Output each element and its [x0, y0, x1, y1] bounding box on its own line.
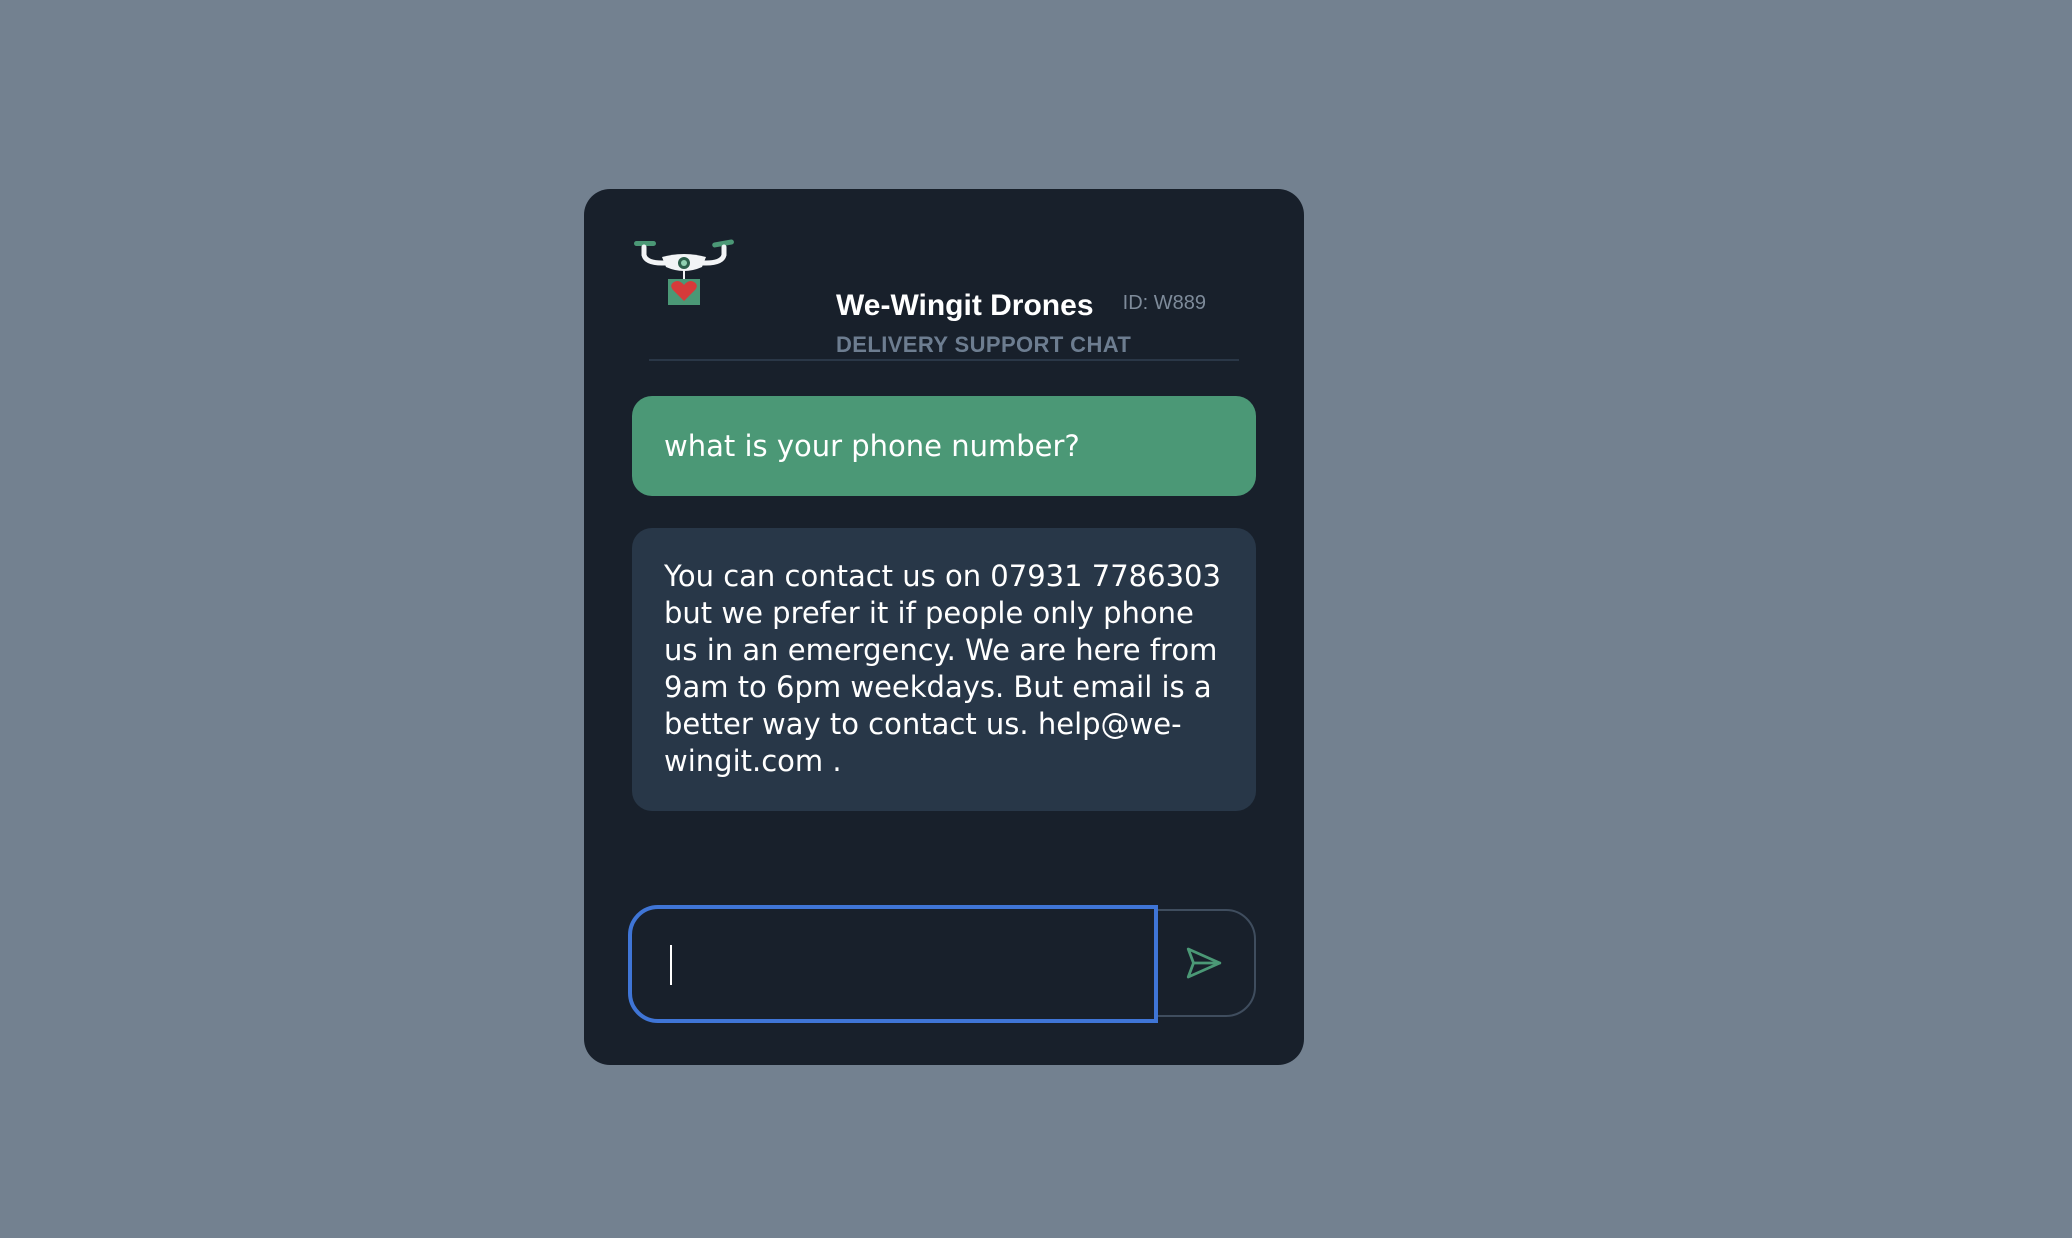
message-input[interactable] — [628, 905, 1158, 1023]
chat-subtitle: DELIVERY SUPPORT CHAT — [836, 332, 1132, 357]
user-message-text: what is your phone number? — [664, 428, 1080, 463]
message-composer — [628, 905, 1256, 1023]
chat-id-label: ID: W889 — [1122, 292, 1206, 314]
drone-logo-icon — [634, 239, 734, 305]
text-caret — [670, 945, 672, 985]
chat-header: We-Wingit Drones DELIVERY SUPPORT CHAT I… — [632, 237, 1256, 357]
bot-message-bubble: You can contact us on 07931 7786303 but … — [632, 528, 1256, 811]
bot-message-text: You can contact us on 07931 7786303 but … — [664, 559, 1221, 778]
header-divider — [649, 359, 1239, 361]
chat-widget: We-Wingit Drones DELIVERY SUPPORT CHAT I… — [584, 189, 1304, 1065]
brand-name: We-Wingit Drones — [836, 289, 1094, 322]
user-message-bubble: what is your phone number? — [632, 396, 1256, 496]
send-button[interactable] — [1154, 911, 1254, 1015]
send-icon — [1186, 947, 1222, 979]
